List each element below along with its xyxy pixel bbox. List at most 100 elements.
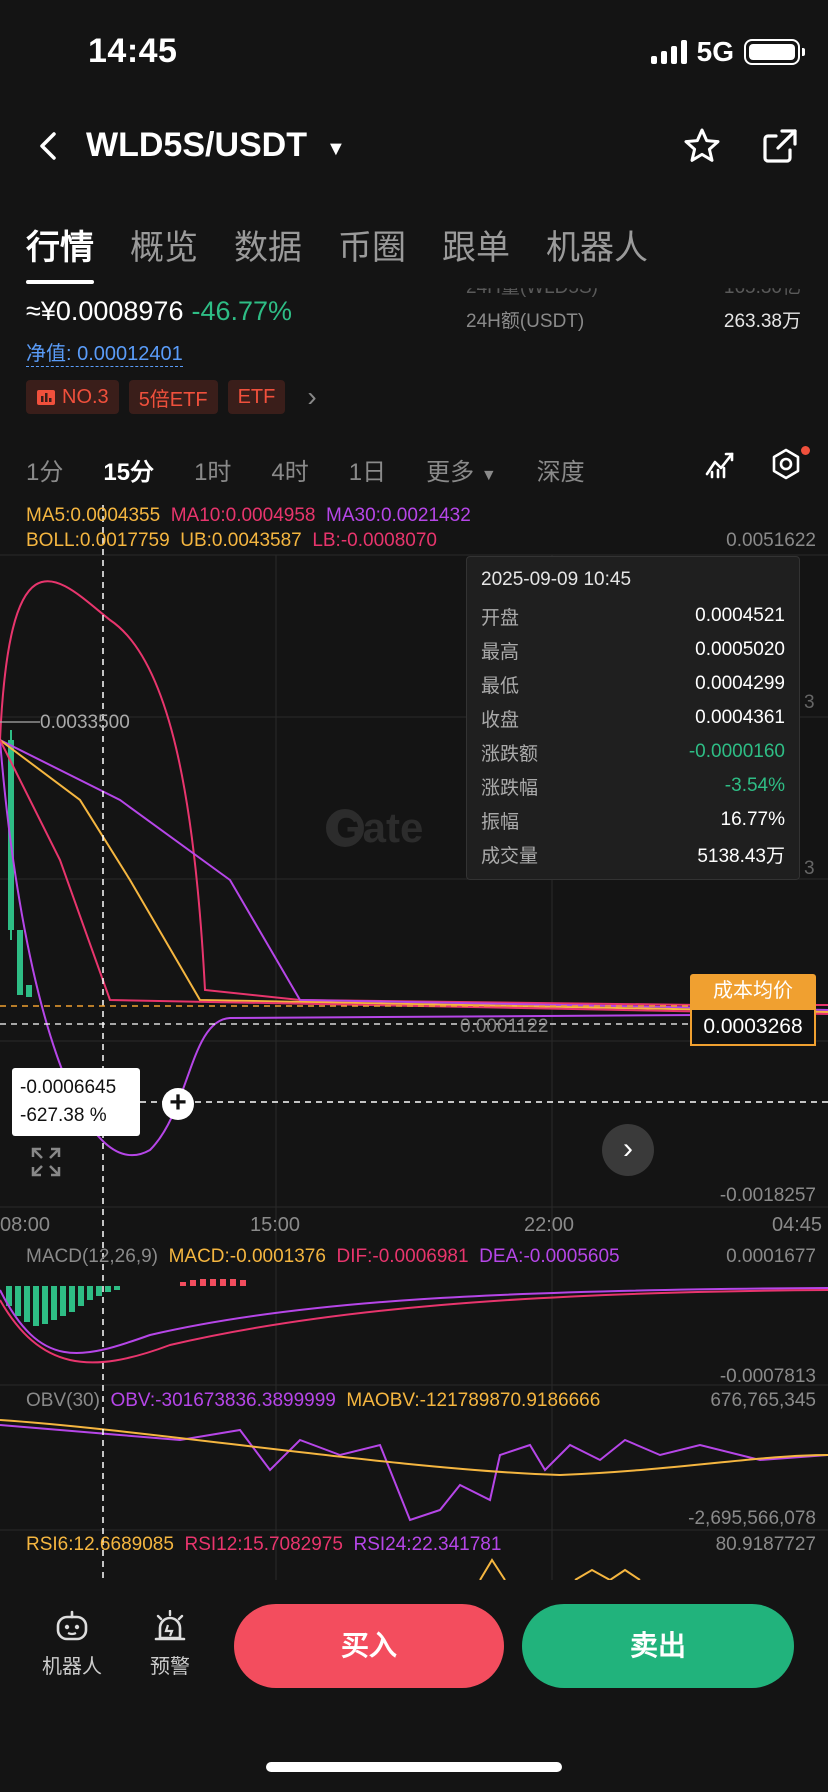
tooltip-row: 涨跌幅 -3.54% [481, 769, 785, 803]
candle-tooltip: 2025-09-09 10:45 开盘 0.0004521 最高 0.0005020… [466, 556, 800, 880]
tf-1d[interactable]: 1日 [349, 452, 386, 487]
tooltip-value: -3.54% [724, 775, 785, 796]
tooltip-row: 振幅 16.77% [481, 803, 785, 837]
rsi24-value: RSI24:22.341781 [353, 1534, 502, 1555]
tf-more[interactable]: 更多 ▼ [426, 452, 497, 487]
fullscreen-icon[interactable] [30, 1146, 62, 1178]
x-axis-label: 08:00 [0, 1214, 51, 1236]
x-axis-label: 15:00 [250, 1214, 301, 1236]
volume-value: 165.30亿 [723, 277, 801, 298]
tab-data[interactable]: 数据 [234, 220, 302, 269]
ma10-value: MA10:0.0004958 [170, 505, 316, 526]
tf-1m[interactable]: 1分 [26, 452, 63, 487]
signal-icon [650, 40, 687, 64]
robot-label: 机器人 [42, 1656, 102, 1678]
obv-legend: OBV(30) OBV:-301673836.3899999 MAOBV:-12… [26, 1390, 600, 1412]
tooltip-row: 涨跌额 -0.0000160 [481, 735, 785, 769]
rank-badge[interactable]: NO.3 [26, 380, 119, 414]
rsi-y-top: 80.9187727 [715, 1534, 816, 1555]
obv-y-bottom: -2,695,566,078 [688, 1508, 816, 1529]
tooltip-value: 5138.43万 [697, 845, 785, 867]
notification-dot [801, 446, 810, 455]
leverage-badge[interactable]: 5倍ETF [128, 380, 218, 414]
boll-value: BOLL:0.0017759 [26, 530, 170, 551]
rank-icon [37, 390, 55, 405]
tooltip-value: 0.0004299 [695, 673, 785, 694]
obv-title: OBV(30) [26, 1390, 100, 1411]
tab-active-indicator [26, 280, 94, 284]
x-axis-label: 04:45 [772, 1214, 823, 1236]
ma5-value: MA5:0.0004355 [26, 505, 161, 526]
lb-value: LB:-0.0008070 [312, 530, 437, 551]
last-price: ≈¥0.0008976 [26, 296, 184, 326]
crosshair-readout: -0.0006645 -627.38 % [12, 1068, 140, 1136]
tooltip-row: 成交量 5138.43万 [481, 837, 785, 871]
obv-line [0, 1424, 828, 1522]
tooltip-label: 涨跌额 [481, 743, 539, 765]
tf-15m[interactable]: 15分 [103, 452, 154, 487]
main-tabs: 行情 概览 数据 币圈 跟单 机器人 [26, 220, 648, 269]
macd-legend: MACD(12,26,9) MACD:-0.0001376 DIF:-0.000… [26, 1246, 620, 1268]
tab-community[interactable]: 币圈 [338, 220, 406, 269]
tf-4h[interactable]: 4时 [271, 452, 308, 487]
x-axis-label: 22:00 [524, 1214, 575, 1236]
nav-value[interactable]: 净值: 0.00012401 [26, 337, 183, 367]
buy-button[interactable]: 买入 [234, 1604, 504, 1688]
alert-button[interactable]: 预警 [150, 1610, 190, 1679]
favorite-star-icon[interactable] [682, 126, 722, 166]
rsi12-value: RSI12:15.7082975 [184, 1534, 343, 1555]
ub-value: UB:0.0043587 [180, 530, 302, 551]
macd-y-top: 0.0001677 [726, 1246, 816, 1267]
cost-value: 0.0003268 [690, 1008, 816, 1046]
tf-depth[interactable]: 深度 [537, 452, 585, 487]
tab-copy-trade[interactable]: 跟单 [442, 220, 510, 269]
alarm-icon [154, 1610, 186, 1641]
tab-overview[interactable]: 概览 [130, 220, 198, 269]
sell-button[interactable]: 卖出 [522, 1604, 794, 1688]
etf-badge[interactable]: ETF [227, 380, 286, 414]
dif-line [0, 1287, 828, 1354]
robot-button[interactable]: 机器人 [42, 1610, 102, 1679]
scroll-latest-button[interactable]: › [602, 1124, 654, 1176]
tooltip-value: 0.0004361 [695, 707, 785, 728]
home-indicator[interactable] [266, 1762, 562, 1772]
back-icon[interactable] [30, 128, 66, 164]
battery-icon [744, 39, 805, 65]
tooltip-label: 最低 [481, 675, 520, 697]
pair-dropdown-icon[interactable]: ▼ [326, 138, 346, 161]
add-order-button[interactable]: + [162, 1088, 194, 1120]
tf-1h[interactable]: 1时 [194, 452, 231, 487]
tf-more-label: 更多 [426, 459, 475, 486]
chart-tools [704, 448, 802, 480]
macd-title: MACD(12,26,9) [26, 1246, 158, 1267]
rsi-line [479, 1558, 641, 1580]
tooltip-row: 收盘 0.0004361 [481, 701, 785, 735]
macd-histogram [6, 1279, 246, 1326]
settings-icon[interactable] [770, 448, 802, 480]
obv-y-top: 676,765,345 [710, 1390, 816, 1411]
tooltip-value: 16.77% [720, 809, 785, 830]
share-icon[interactable] [760, 126, 800, 166]
tooltip-label: 开盘 [481, 607, 520, 629]
amount-label: 24H额(USDT) [466, 311, 585, 332]
high-marker: 0.0033500 [40, 712, 130, 733]
chevron-right-icon[interactable]: › [307, 381, 316, 413]
timeframe-bar: 1分 15分 1时 4时 1日 更多 ▼ 深度 [26, 452, 585, 487]
pair-title[interactable]: WLD5S/USDT [86, 126, 307, 165]
crosshair-price: -0.0006645 [20, 1077, 117, 1098]
tab-market[interactable]: 行情 [26, 220, 94, 269]
tooltip-label: 成交量 [481, 845, 539, 867]
tooltip-row: 开盘 0.0004521 [481, 599, 785, 633]
maobv-line [0, 1419, 828, 1477]
y-axis-partial-1: 3 [804, 692, 815, 713]
indicator-icon[interactable] [704, 448, 736, 480]
maobv-value: MAOBV:-121789870.9186666 [346, 1390, 601, 1411]
ma30-value: MA30:0.0021432 [326, 505, 471, 526]
tooltip-value: 0.0004521 [695, 605, 785, 626]
tooltip-label: 涨跌幅 [481, 777, 539, 799]
rank-badge-label: NO.3 [62, 385, 109, 408]
low-marker: 0.0001122 [460, 1016, 549, 1037]
dea-value: DEA:-0.0005605 [479, 1246, 620, 1267]
tab-bot[interactable]: 机器人 [546, 220, 648, 269]
robot-icon [56, 1610, 88, 1641]
